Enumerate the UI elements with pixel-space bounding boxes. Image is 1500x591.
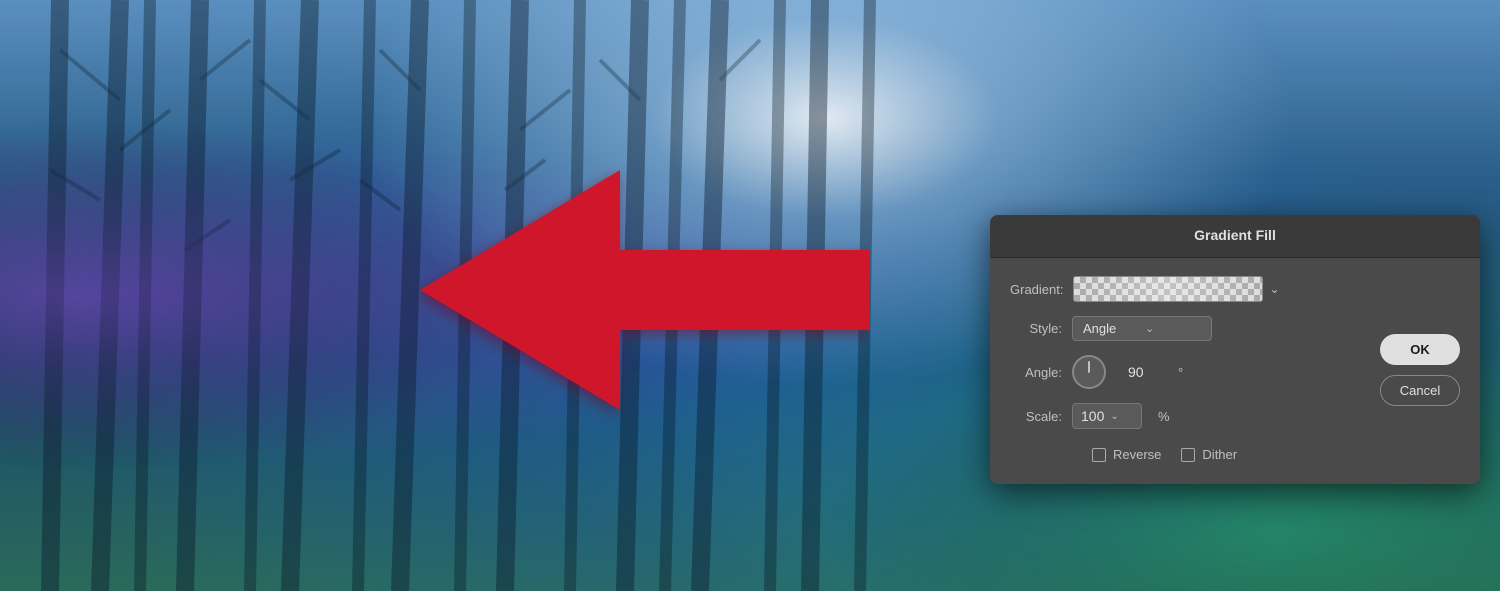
checkbox-row: Reverse Dither: [1010, 443, 1364, 462]
percent-symbol: %: [1158, 409, 1170, 424]
dialog-buttons: OK Cancel: [1380, 332, 1460, 406]
reverse-checkbox[interactable]: Reverse: [1092, 447, 1161, 462]
style-dropdown[interactable]: Angle ⌄: [1072, 316, 1212, 341]
style-label: Style:: [1010, 321, 1062, 336]
angle-value: 90: [1128, 364, 1168, 380]
ok-button[interactable]: OK: [1380, 334, 1460, 365]
angle-label: Angle:: [1010, 365, 1062, 380]
scale-row: Scale: 100 ⌄ %: [1010, 403, 1364, 429]
style-row: Style: Angle ⌄: [1010, 316, 1364, 341]
gradient-row: Gradient: ⌄: [1010, 276, 1364, 302]
dialog-title: Gradient Fill: [1194, 227, 1276, 243]
degree-symbol: °: [1178, 365, 1183, 380]
cancel-button[interactable]: Cancel: [1380, 375, 1460, 406]
red-arrow: [420, 150, 870, 430]
angle-row: Angle: 90 °: [1010, 355, 1364, 389]
reverse-label: Reverse: [1113, 447, 1161, 462]
dialog-fields: Gradient: ⌄ Style: Angle ⌄ Angle: 90 °: [1010, 276, 1364, 462]
style-value: Angle: [1083, 321, 1139, 336]
gradient-dropdown-arrow[interactable]: ⌄: [1269, 282, 1279, 296]
gradient-fill-dialog: Gradient Fill Gradient: ⌄ Style: Angle ⌄: [990, 215, 1480, 484]
scale-label: Scale:: [1010, 409, 1062, 424]
angle-dial[interactable]: [1072, 355, 1106, 389]
scale-chevron-icon: ⌄: [1110, 411, 1118, 422]
dither-checkbox-box[interactable]: [1181, 448, 1195, 462]
dither-label: Dither: [1202, 447, 1237, 462]
scale-value: 100: [1081, 408, 1104, 424]
scale-input[interactable]: 100 ⌄: [1072, 403, 1142, 429]
gradient-swatch[interactable]: [1073, 276, 1263, 302]
dialog-titlebar: Gradient Fill: [990, 215, 1480, 258]
dither-checkbox[interactable]: Dither: [1181, 447, 1237, 462]
gradient-label: Gradient:: [1010, 282, 1063, 297]
reverse-checkbox-box[interactable]: [1092, 448, 1106, 462]
style-chevron-icon: ⌄: [1145, 322, 1201, 335]
gradient-preview-container: ⌄: [1073, 276, 1279, 302]
